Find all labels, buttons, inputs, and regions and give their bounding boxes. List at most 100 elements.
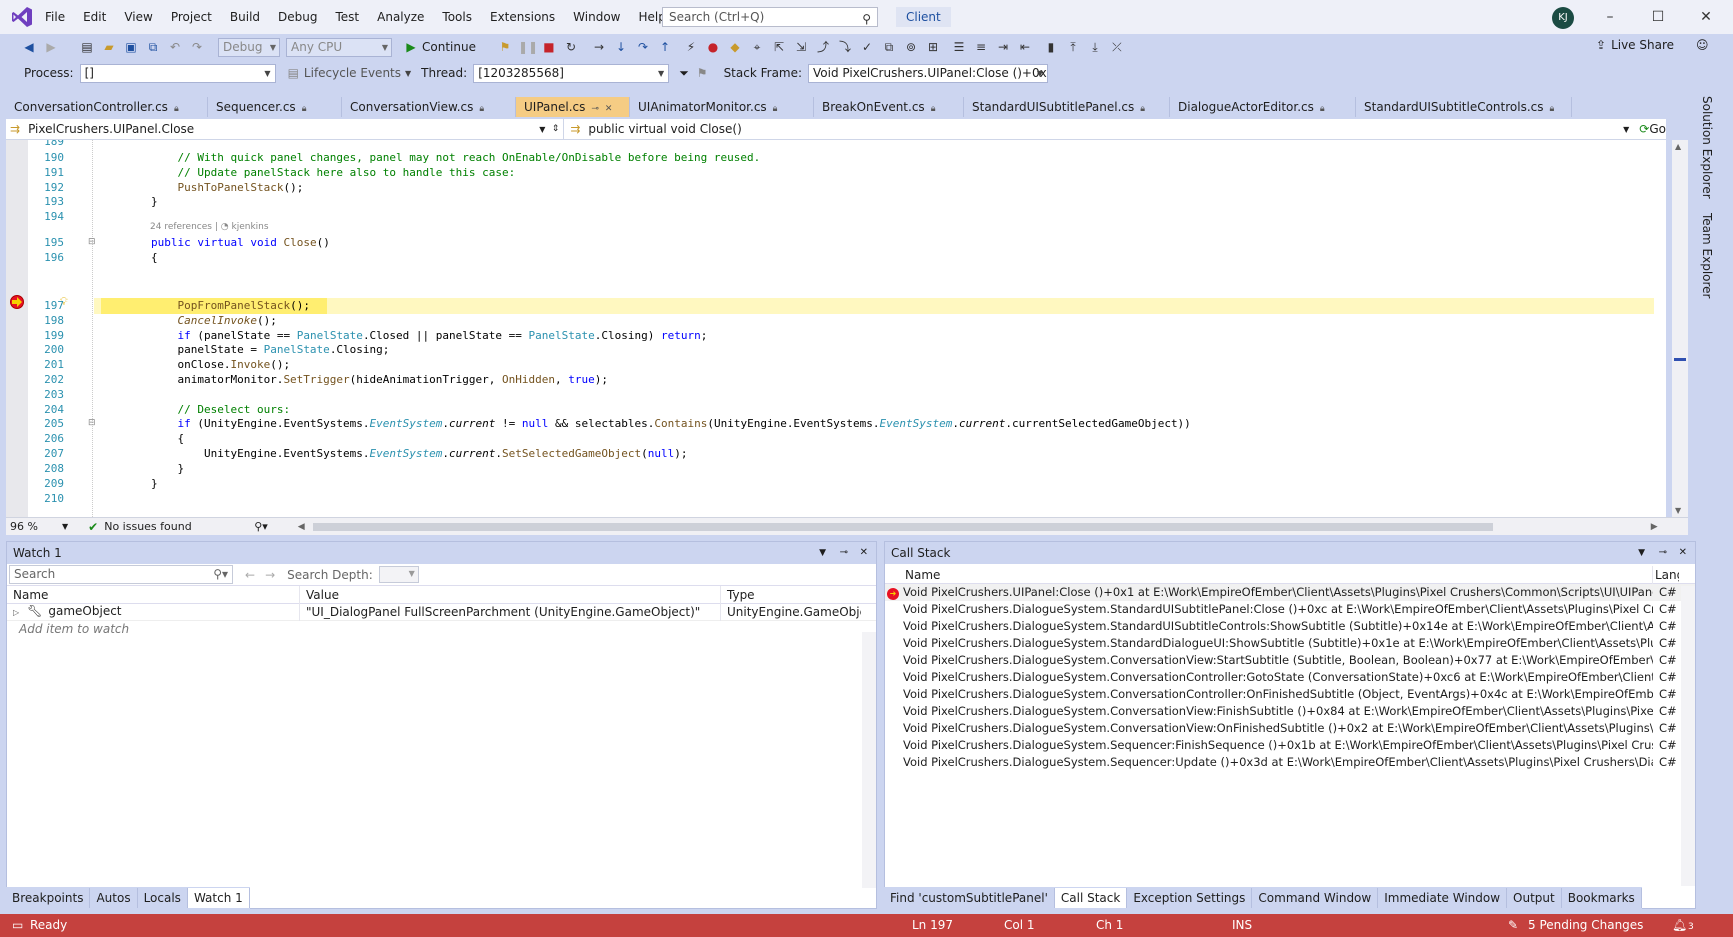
scroll-left-icon[interactable]: ◀ — [298, 522, 305, 532]
redo-icon[interactable]: ↷ — [188, 38, 206, 56]
call-stack-frame[interactable]: Void PixelCrushers.DialogueSystem.Conver… — [885, 652, 1695, 669]
call-stack-frame[interactable]: Void PixelCrushers.DialogueSystem.Standa… — [885, 635, 1695, 652]
menu-debug[interactable]: Debug — [269, 0, 326, 34]
column-language[interactable]: Lang — [1653, 566, 1679, 584]
menu-file[interactable]: File — [36, 0, 74, 34]
go-button[interactable]: ⟳ Go — [1637, 119, 1666, 140]
code-cleanup-icon[interactable]: ⚲▾ — [254, 520, 268, 533]
watch-row[interactable]: ▷ 🔧︎ gameObject "UI_DialogPanel FullScreen… — [7, 603, 876, 621]
editor-vertical-scrollbar[interactable]: ▲ ▼ — [1672, 140, 1688, 517]
uncomment-icon[interactable]: ≡ — [972, 38, 990, 56]
status-line[interactable]: Ln 197 — [912, 918, 953, 932]
call-stack-frame[interactable]: Void PixelCrushers.DialogueSystem.Conver… — [885, 686, 1695, 703]
search-input[interactable]: Search (Ctrl+Q) ⚲ — [662, 7, 878, 27]
menu-tools[interactable]: Tools — [433, 0, 481, 34]
visual-studio-logo-icon[interactable] — [10, 5, 34, 29]
scroll-up-icon[interactable]: ▲ — [1675, 142, 1681, 151]
column-type[interactable]: Type — [721, 586, 861, 604]
pin-icon[interactable]: ⊸ — [1659, 542, 1667, 564]
outdent-icon[interactable]: ⇤ — [1016, 38, 1034, 56]
bookmark-next-icon[interactable]: ⤓ — [1086, 38, 1104, 56]
lifecycle-events-dropdown[interactable]: Lifecycle Events — [304, 66, 401, 80]
tab-uianimatormonitor[interactable]: UIAnimatorMonitor.cs 🔒︎ — [630, 97, 814, 117]
debug-tool-icon[interactable]: ⇲ — [792, 38, 810, 56]
window-menu-icon[interactable]: ▼ — [1638, 542, 1645, 564]
tab-output[interactable]: Output — [1507, 888, 1562, 908]
codelens[interactable]: 24 references | ◔ kjenkins — [150, 222, 269, 232]
debug-tool-icon[interactable]: ⧉ — [880, 38, 898, 56]
tab-dialogueactoreditor[interactable]: DialogueActorEditor.cs 🔒︎ — [1170, 97, 1356, 117]
new-project-icon[interactable]: ▤ — [78, 38, 96, 56]
stop-icon[interactable]: ■ — [540, 38, 558, 56]
tab-conversationview[interactable]: ConversationView.cs 🔒︎ — [342, 97, 516, 117]
close-tab-icon[interactable]: ✕ — [605, 104, 613, 114]
code-editor[interactable]: 💡︎ 189 190 191 192 193 194 195 196 197 1… — [6, 140, 1666, 517]
pin-icon[interactable]: ⊸ — [840, 542, 848, 564]
pending-changes[interactable]: 5 Pending Changes — [1528, 918, 1643, 932]
search-depth-dropdown[interactable]: ▼ — [378, 566, 419, 583]
call-stack-frame[interactable]: Void PixelCrushers.DialogueSystem.Standa… — [885, 601, 1695, 618]
status-insert-mode[interactable]: INS — [1232, 918, 1252, 932]
tab-call-stack[interactable]: Call Stack — [1054, 888, 1128, 908]
debug-tool-icon[interactable]: ◆ — [726, 38, 744, 56]
menu-view[interactable]: View — [115, 0, 161, 34]
tab-autos[interactable]: Autos — [90, 888, 138, 908]
tab-bookmarks[interactable]: Bookmarks — [1562, 888, 1642, 908]
call-stack-frame[interactable]: ➜ Void PixelCrushers.UIPanel:Close ()+0x… — [885, 584, 1695, 601]
watch-item-name[interactable]: gameObject — [48, 604, 121, 618]
collapse-toggle-icon[interactable]: ⊟ — [88, 418, 96, 428]
step-over-icon[interactable]: ↷ — [634, 38, 652, 56]
lifecycle-events-icon[interactable]: ▤ — [288, 66, 299, 80]
status-column[interactable]: Col 1 — [1004, 918, 1035, 932]
chevron-down-icon[interactable]: ▼ — [405, 69, 411, 78]
close-icon[interactable]: ✕ — [860, 542, 868, 564]
flag-threads-icon[interactable]: ⚑ — [697, 66, 708, 80]
watch-search-input[interactable]: Search ⚲▾ — [9, 565, 233, 584]
debug-tool-icon[interactable]: ⤵ — [836, 38, 854, 56]
pin-icon[interactable]: ⊸ — [591, 104, 599, 114]
breakpoint-tools-icon[interactable]: ● — [704, 38, 722, 56]
call-stack-frame[interactable]: Void PixelCrushers.DialogueSystem.Conver… — [885, 720, 1695, 737]
process-dropdown[interactable]: [] ▼ — [79, 63, 276, 83]
comment-icon[interactable]: ☰ — [950, 38, 968, 56]
search-previous-icon[interactable]: ← — [245, 568, 255, 582]
window-menu-icon[interactable]: ▼ — [819, 542, 826, 564]
continue-play-icon[interactable]: ▶ — [402, 38, 420, 56]
add-watch-item[interactable]: Add item to watch — [7, 621, 876, 638]
platform-dropdown[interactable]: Any CPU ▼ — [286, 37, 392, 57]
call-stack-frame[interactable]: Void PixelCrushers.DialogueSystem.Conver… — [885, 669, 1695, 686]
tab-standarduisubtitlecontrols[interactable]: StandardUISubtitleControls.cs 🔒︎ — [1356, 97, 1572, 117]
issues-status[interactable]: No issues found — [104, 520, 254, 533]
tab-watch-1[interactable]: Watch 1 — [187, 888, 250, 908]
column-name[interactable]: Name — [7, 585, 300, 604]
continue-button[interactable]: Continue — [422, 40, 476, 54]
debug-tool-icon[interactable]: ⊚ — [902, 38, 920, 56]
watch-vertical-scrollbar[interactable] — [862, 632, 876, 888]
thread-dropdown[interactable]: [1203285568] ▼ — [473, 63, 670, 83]
step-out-icon[interactable]: ↑ — [656, 38, 674, 56]
zoom-dropdown[interactable]: 96 % — [6, 520, 62, 533]
bookmark-clear-icon[interactable]: ⤫ — [1108, 38, 1126, 56]
tab-sequencer[interactable]: Sequencer.cs 🔒︎ — [208, 97, 342, 117]
tab-exception-settings[interactable]: Exception Settings — [1127, 888, 1253, 908]
split-icon[interactable]: ⇕ — [552, 124, 560, 134]
call-stack-vertical-scrollbar[interactable] — [1681, 586, 1695, 886]
hot-reload-icon[interactable]: ⚡ — [682, 38, 700, 56]
menu-analyze[interactable]: Analyze — [368, 0, 433, 34]
menu-test[interactable]: Test — [326, 0, 368, 34]
bookmark-icon[interactable]: ▮ — [1042, 38, 1060, 56]
tab-find-results[interactable]: Find 'customSubtitlePanel' — [884, 888, 1055, 908]
breakpoint-margin[interactable] — [6, 140, 28, 517]
configuration-dropdown[interactable]: Debug ▼ — [218, 37, 280, 57]
scroll-right-icon[interactable]: ▶ — [1651, 522, 1658, 532]
codelens-author[interactable]: kjenkins — [231, 222, 268, 232]
call-stack-frame[interactable]: Void PixelCrushers.DialogueSystem.Standa… — [885, 618, 1695, 635]
call-stack-frame[interactable]: Void PixelCrushers.DialogueSystem.Sequen… — [885, 754, 1695, 771]
menu-edit[interactable]: Edit — [74, 0, 115, 34]
member-dropdown[interactable]: ⇉ public virtual void Close() ▼ — [564, 119, 1637, 140]
status-char[interactable]: Ch 1 — [1096, 918, 1123, 932]
tab-command-window[interactable]: Command Window — [1252, 888, 1379, 908]
search-icon[interactable]: ⚲ — [862, 10, 871, 28]
column-name[interactable]: Name — [885, 565, 1653, 584]
indent-icon[interactable]: ⇥ — [994, 38, 1012, 56]
